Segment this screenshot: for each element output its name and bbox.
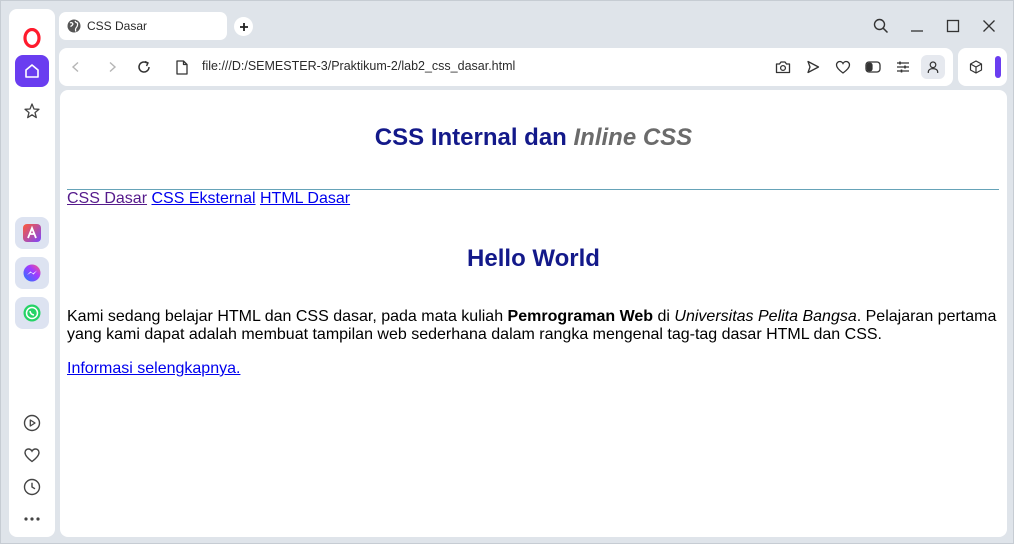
easy-setup-icon[interactable] [863, 57, 883, 77]
player-icon[interactable] [15, 407, 49, 439]
browser-window: CSS Dasar file:///D:/SEMESTER-3/Praktiku… [0, 0, 1014, 544]
home-icon[interactable] [15, 55, 49, 87]
back-icon[interactable] [66, 57, 86, 77]
tab-title: CSS Dasar [87, 19, 148, 33]
intro-paragraph: Kami sedang belajar HTML dan CSS dasar, … [67, 308, 1002, 344]
url-field[interactable]: file:///D:/SEMESTER-3/Praktikum-2/lab2_c… [202, 59, 515, 73]
bookmark-heart-icon[interactable] [833, 57, 853, 77]
nav-link-css-dasar[interactable]: CSS Dasar [67, 190, 147, 207]
page-nav: CSS Dasar CSS Eksternal HTML Dasar [67, 190, 350, 208]
sidebar [9, 9, 55, 537]
reload-icon[interactable] [134, 57, 154, 77]
address-bar: file:///D:/SEMESTER-3/Praktikum-2/lab2_c… [59, 48, 953, 86]
history-icon[interactable] [15, 471, 49, 503]
nav-link-html-dasar[interactable]: HTML Dasar [260, 190, 350, 207]
extensions-area [958, 48, 1007, 86]
page-viewport: CSS Internal dan Inline CSS CSS Dasar CS… [60, 90, 1007, 537]
more-info-link[interactable]: Informasi selengkapnya. [67, 360, 240, 378]
new-tab-button[interactable] [234, 17, 253, 36]
opera-logo-icon[interactable] [15, 22, 49, 54]
hello-heading: Hello World [467, 245, 600, 272]
para-text-2: di [653, 308, 675, 325]
forward-icon[interactable] [102, 57, 122, 77]
file-icon [172, 57, 192, 77]
maximize-icon[interactable] [942, 15, 964, 37]
close-icon[interactable] [978, 15, 1000, 37]
more-icon[interactable] [15, 503, 49, 535]
settings-sliders-icon[interactable] [893, 57, 913, 77]
heading-text: CSS Internal dan [374, 124, 574, 151]
globe-icon [67, 19, 81, 33]
profile-icon[interactable] [921, 55, 945, 79]
extensions-cube-icon[interactable] [966, 57, 986, 77]
messenger-icon[interactable] [15, 257, 49, 289]
para-bold: Pemrograman Web [507, 308, 654, 325]
minimize-icon[interactable] [906, 15, 928, 37]
nav-link-css-eksternal[interactable]: CSS Eksternal [151, 190, 255, 207]
heading-inline-text: Inline CSS [573, 124, 693, 151]
whatsapp-icon[interactable] [15, 297, 49, 329]
para-text-1: Kami sedang belajar HTML dan CSS dasar, … [67, 308, 508, 325]
page-heading: CSS Internal dan Inline CSS [60, 124, 1007, 152]
tab-css-dasar[interactable]: CSS Dasar [59, 12, 227, 40]
search-tabs-icon[interactable] [870, 15, 892, 37]
heart-icon[interactable] [15, 439, 49, 471]
star-icon[interactable] [15, 95, 49, 127]
sidebar-toggle-accent[interactable] [995, 56, 1001, 78]
camera-icon[interactable] [773, 57, 793, 77]
para-italic: Universitas Pelita Bangsa [674, 308, 857, 325]
send-icon[interactable] [803, 57, 823, 77]
aria-icon[interactable] [15, 217, 49, 249]
